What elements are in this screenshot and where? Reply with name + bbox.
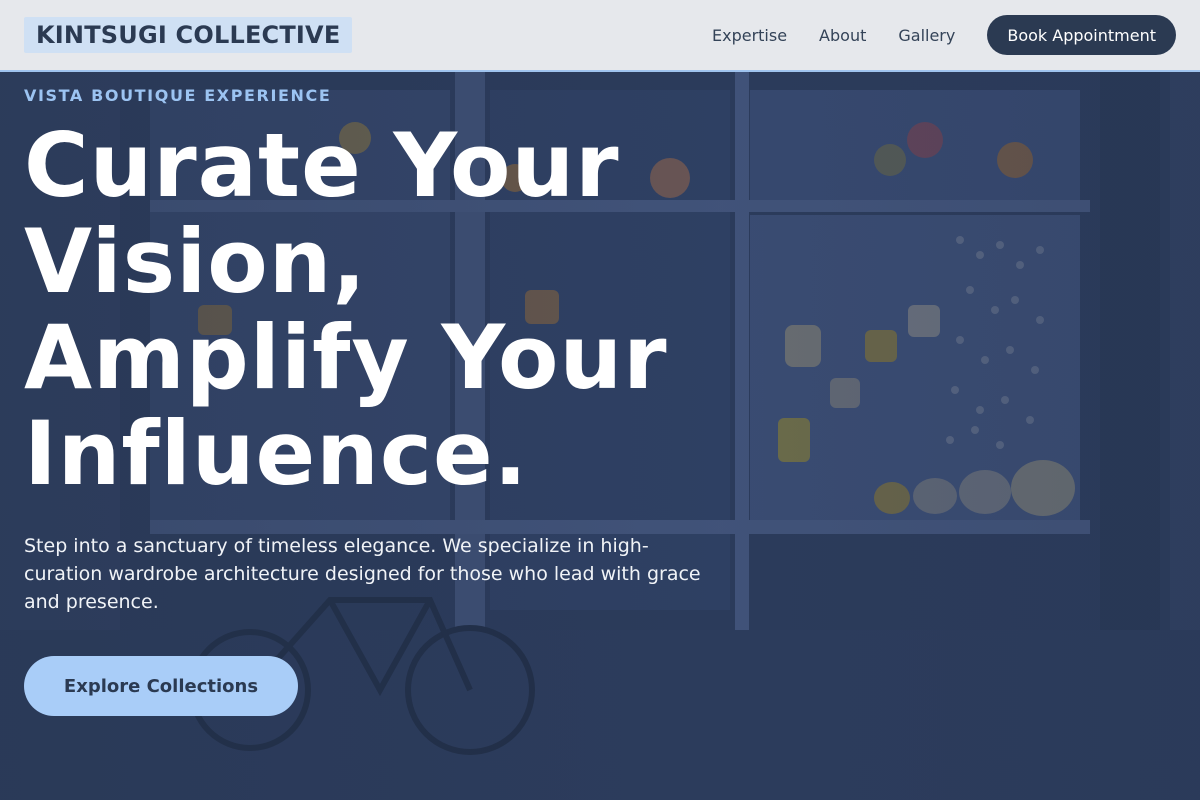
headline-line: Vision, <box>24 210 367 313</box>
site-header: KINTSUGI COLLECTIVE Expertise About Gall… <box>0 0 1200 72</box>
brand-logo[interactable]: KINTSUGI COLLECTIVE <box>24 17 353 53</box>
hero-eyebrow: VISTA BOUTIQUE EXPERIENCE <box>24 86 332 105</box>
nav-link-about[interactable]: About <box>819 26 866 45</box>
headline-line: Curate Your <box>24 114 620 217</box>
explore-collections-button[interactable]: Explore Collections <box>24 656 298 716</box>
headline-line: Amplify Your <box>24 306 668 409</box>
nav-link-expertise[interactable]: Expertise <box>712 26 787 45</box>
nav-link-gallery[interactable]: Gallery <box>898 26 955 45</box>
book-appointment-button[interactable]: Book Appointment <box>987 15 1176 55</box>
hero-headline: Curate Your Vision, Amplify Your Influen… <box>24 118 804 502</box>
hero-description: Step into a sanctuary of timeless elegan… <box>24 535 701 613</box>
headline-line: Influence. <box>24 402 529 505</box>
main-nav: Expertise About Gallery Book Appointment <box>712 15 1176 55</box>
